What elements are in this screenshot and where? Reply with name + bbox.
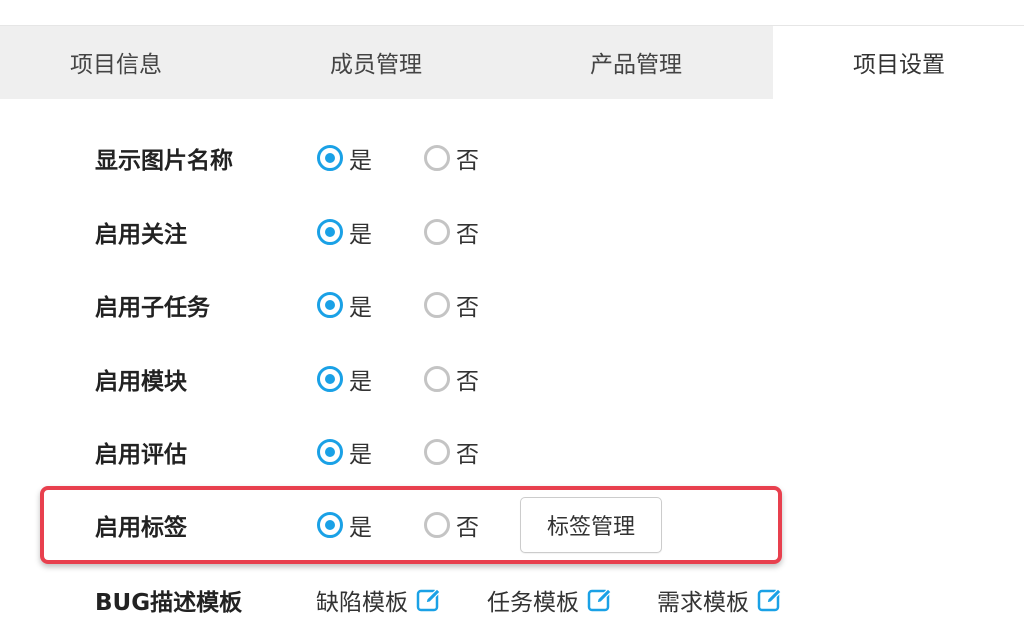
setting-label: BUG描述模板 (95, 590, 243, 616)
radio-yes[interactable]: 是 (317, 362, 372, 396)
radio-yes[interactable]: 是 (317, 435, 372, 469)
tag-management-button[interactable]: 标签管理 (520, 497, 662, 553)
setting-row-enable-estimate: 启用评估 是 否 (0, 432, 1024, 472)
setting-row-enable-follow: 启用关注 是 否 (0, 212, 1024, 252)
radio-yes-label: 是 (349, 148, 372, 174)
radio-checked-icon[interactable] (317, 439, 343, 465)
radio-yes[interactable]: 是 (317, 288, 372, 322)
radio-checked-icon[interactable] (317, 219, 343, 245)
radio-no-label: 否 (456, 442, 479, 468)
radio-yes[interactable]: 是 (317, 141, 372, 175)
setting-label: 启用子任务 (95, 295, 210, 321)
tab-bar: 项目信息 成员管理 产品管理 项目设置 (0, 26, 1024, 99)
radio-no[interactable]: 否 (424, 288, 479, 322)
top-strip (0, 0, 1024, 26)
setting-label: 启用关注 (95, 222, 187, 248)
radio-yes-label: 是 (349, 515, 372, 541)
radio-yes-label: 是 (349, 295, 372, 321)
setting-row-enable-subtask: 启用子任务 是 否 (0, 285, 1024, 325)
radio-no-label: 否 (456, 295, 479, 321)
radio-checked-icon[interactable] (317, 292, 343, 318)
setting-label: 启用标签 (95, 515, 187, 541)
radio-checked-icon[interactable] (317, 145, 343, 171)
setting-row-bug-template: BUG描述模板 缺陷模板 任务模板 需求模板 (0, 580, 1024, 620)
radio-no-label: 否 (456, 222, 479, 248)
radio-no[interactable]: 否 (424, 215, 479, 249)
task-template-link[interactable]: 任务模板 (487, 583, 613, 617)
radio-checked-icon[interactable] (317, 366, 343, 392)
setting-row-enable-module: 启用模块 是 否 (0, 359, 1024, 399)
radio-unchecked-icon[interactable] (424, 366, 450, 392)
radio-yes-label: 是 (349, 222, 372, 248)
radio-no[interactable]: 否 (424, 508, 479, 542)
radio-unchecked-icon[interactable] (424, 219, 450, 245)
setting-row-show-image-name: 显示图片名称 是 否 (0, 138, 1024, 178)
radio-unchecked-icon[interactable] (424, 439, 450, 465)
requirement-template-link[interactable]: 需求模板 (657, 583, 783, 617)
edit-icon[interactable] (416, 587, 442, 613)
setting-label: 显示图片名称 (95, 148, 233, 174)
template-link-label: 需求模板 (657, 590, 749, 616)
edit-icon[interactable] (587, 587, 613, 613)
tab-project-settings[interactable]: 项目设置 (773, 26, 1024, 99)
tab-member-management[interactable]: 成员管理 (236, 26, 520, 99)
edit-icon[interactable] (757, 587, 783, 613)
radio-unchecked-icon[interactable] (424, 292, 450, 318)
radio-yes-label: 是 (349, 369, 372, 395)
radio-yes[interactable]: 是 (317, 215, 372, 249)
setting-label: 启用模块 (95, 369, 187, 395)
radio-no[interactable]: 否 (424, 362, 479, 396)
radio-no[interactable]: 否 (424, 141, 479, 175)
defect-template-link[interactable]: 缺陷模板 (316, 583, 442, 617)
radio-yes-label: 是 (349, 442, 372, 468)
radio-checked-icon[interactable] (317, 512, 343, 538)
radio-no-label: 否 (456, 515, 479, 541)
template-link-label: 任务模板 (487, 590, 579, 616)
setting-label: 启用评估 (95, 442, 187, 468)
tab-product-management[interactable]: 产品管理 (520, 26, 773, 99)
radio-no-label: 否 (456, 148, 479, 174)
template-link-label: 缺陷模板 (316, 590, 408, 616)
radio-no[interactable]: 否 (424, 435, 479, 469)
radio-unchecked-icon[interactable] (424, 512, 450, 538)
radio-unchecked-icon[interactable] (424, 145, 450, 171)
radio-no-label: 否 (456, 369, 479, 395)
radio-yes[interactable]: 是 (317, 508, 372, 542)
tab-project-info[interactable]: 项目信息 (0, 26, 236, 99)
setting-row-enable-tags: 启用标签 是 否 标签管理 (0, 497, 1024, 553)
